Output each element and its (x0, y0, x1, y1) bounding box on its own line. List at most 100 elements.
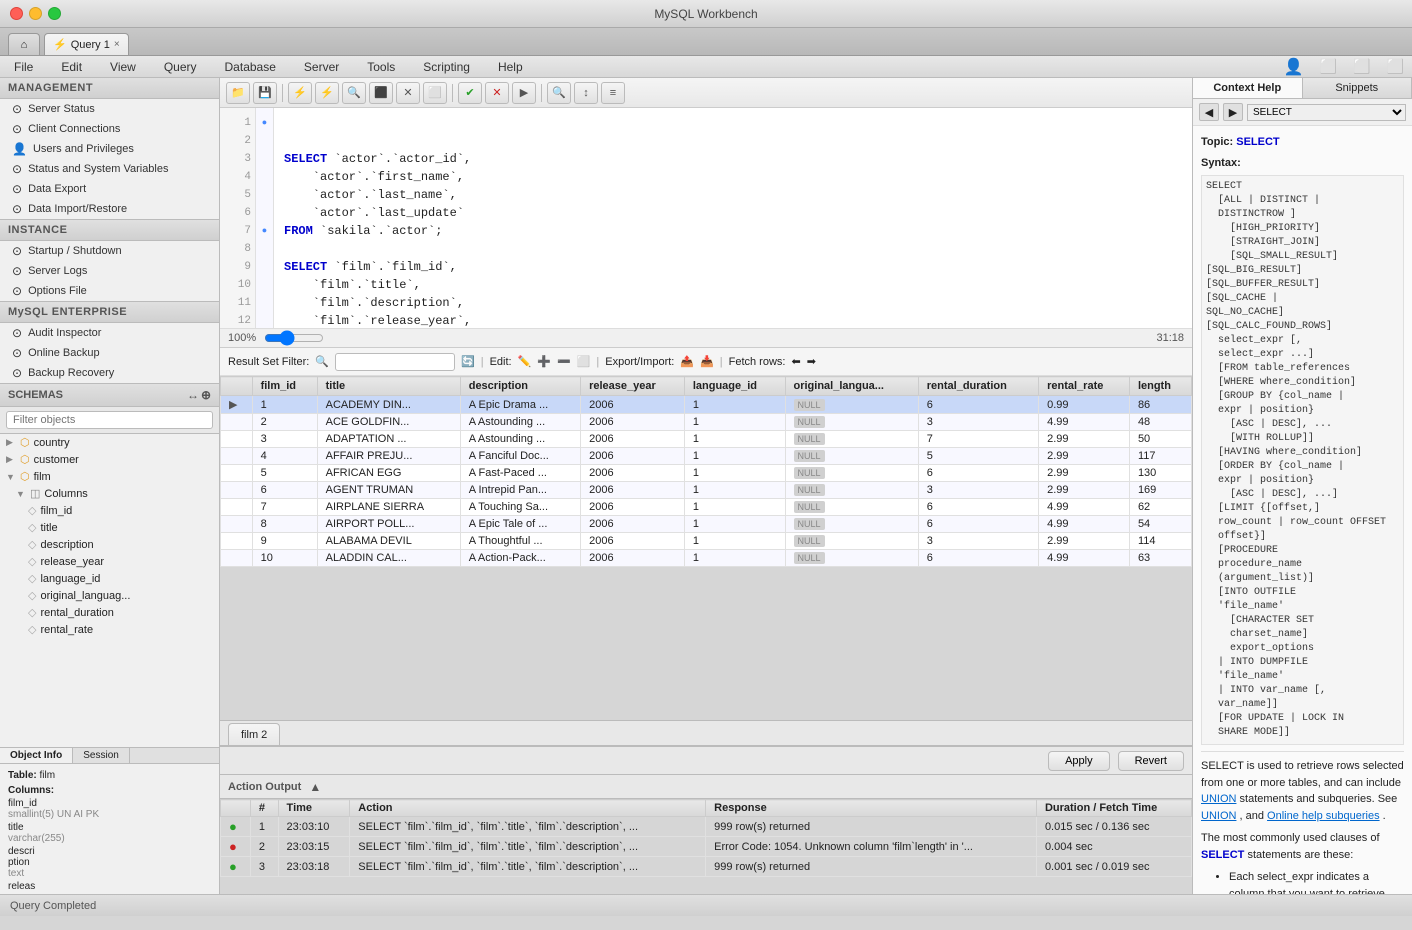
edit-btn-4[interactable]: ⬜ (577, 355, 591, 368)
explain-btn[interactable]: 🔍 (342, 82, 366, 104)
sidebar-item-startup-shutdown[interactable]: ⊙ Startup / Shutdown (0, 241, 219, 261)
execute-btn[interactable]: ⚡ (288, 82, 312, 104)
help-union-ref[interactable]: UNION (1201, 810, 1236, 822)
col-header-rental-rate[interactable]: rental_rate (1039, 377, 1130, 396)
col-rental-rate[interactable]: ◇ rental_rate (0, 621, 219, 638)
schema-customer[interactable]: ▶ ⬡ customer (0, 451, 219, 468)
col-header-film-id[interactable]: film_id (252, 377, 317, 396)
result-row-3[interactable]: 3ADAPTATION ...A Astounding ...20061NULL… (221, 431, 1192, 448)
help-topic-select[interactable]: SELECT (1247, 104, 1406, 121)
col-header-language-id[interactable]: language_id (684, 377, 785, 396)
result-row-2[interactable]: 2ACE GOLDFIN...A Astounding ...20061NULL… (221, 414, 1192, 431)
col-header-title[interactable]: title (317, 377, 460, 396)
col-description[interactable]: ◇ description (0, 536, 219, 553)
columns-folder[interactable]: ▼ ◫ Columns (0, 485, 219, 502)
revert-button[interactable]: Revert (1118, 751, 1184, 771)
result-row-1[interactable]: ▶1ACADEMY DIN...A Epic Drama ...20061NUL… (221, 396, 1192, 414)
menu-scripting[interactable]: Scripting (417, 58, 476, 76)
menu-database[interactable]: Database (219, 58, 282, 76)
open-file-btn[interactable]: 📁 (226, 82, 250, 104)
sidebar-item-audit-inspector[interactable]: ⊙ Audit Inspector (0, 323, 219, 343)
sidebar-item-data-export[interactable]: ⊙ Data Export (0, 179, 219, 199)
save-btn[interactable]: 💾 (253, 82, 277, 104)
tab-session[interactable]: Session (73, 748, 130, 763)
help-forward-btn[interactable]: ▶ (1223, 103, 1243, 121)
autocommit-btn[interactable]: ▶ (512, 82, 536, 104)
refresh-btn[interactable]: 🔄 (461, 355, 475, 368)
menu-tools[interactable]: Tools (361, 58, 401, 76)
col-rental-duration[interactable]: ◇ rental_duration (0, 604, 219, 621)
help-union-link[interactable]: UNION (1201, 793, 1236, 805)
col-header-length[interactable]: length (1129, 377, 1191, 396)
col-header-rental-duration[interactable]: rental_duration (918, 377, 1038, 396)
help-online-link[interactable]: Online help subqueries (1267, 810, 1380, 822)
menu-server[interactable]: Server (298, 58, 345, 76)
tab-close-icon[interactable]: × (114, 39, 120, 50)
result-row-8[interactable]: 8AIRPORT POLL...A Epic Tale of ...20061N… (221, 516, 1192, 533)
result-row-7[interactable]: 7AIRPLANE SIERRAA Touching Sa...20061NUL… (221, 499, 1192, 516)
commit-btn[interactable]: ✔ (458, 82, 482, 104)
schemas-refresh-icon[interactable]: ⊕ (201, 388, 211, 402)
query-tab[interactable]: ⚡ Query 1 × (44, 33, 129, 55)
reconnect-btn[interactable]: ✕ (396, 82, 420, 104)
layout-icon3[interactable]: ⬜ (1387, 58, 1404, 75)
filter-input[interactable] (6, 411, 213, 429)
col-film-id[interactable]: ◇ film_id (0, 502, 219, 519)
layout-icon1[interactable]: ⬜ (1320, 58, 1337, 75)
edit-btn-2[interactable]: ➕ (537, 355, 551, 368)
sidebar-item-server-logs[interactable]: ⊙ Server Logs (0, 261, 219, 281)
menu-help[interactable]: Help (492, 58, 529, 76)
sidebar-item-data-import[interactable]: ⊙ Data Import/Restore (0, 199, 219, 219)
menu-view[interactable]: View (104, 58, 142, 76)
col-language-id[interactable]: ◇ language_id (0, 570, 219, 587)
menu-file[interactable]: File (8, 58, 39, 76)
tab-snippets[interactable]: Snippets (1303, 78, 1412, 98)
stop-btn[interactable]: ⬛ (369, 82, 393, 104)
execute-current-btn[interactable]: ⚡ (315, 82, 339, 104)
layout-icon2[interactable]: ⬜ (1353, 58, 1370, 75)
col-header-release-year[interactable]: release_year (581, 377, 685, 396)
fetch-btn-1[interactable]: ⬅ (791, 355, 800, 368)
clear-btn[interactable]: ⬜ (423, 82, 447, 104)
sidebar-item-server-status[interactable]: ⊙ Server Status (0, 99, 219, 119)
fetch-btn-2[interactable]: ➡ (807, 355, 816, 368)
result-row-6[interactable]: 6AGENT TRUMANA Intrepid Pan...20061NULL3… (221, 482, 1192, 499)
help-back-btn[interactable]: ◀ (1199, 103, 1219, 121)
output-expand-icon[interactable]: ▲ (309, 780, 321, 794)
help-select-ref[interactable]: SELECT (1201, 849, 1244, 861)
col-header-description[interactable]: description (460, 377, 580, 396)
zoom-slider[interactable] (264, 330, 324, 346)
format-btn[interactable]: ↕ (574, 82, 598, 104)
result-row-9[interactable]: 9ALABAMA DEVILA Thoughtful ...20061NULL3… (221, 533, 1192, 550)
result-row-10[interactable]: 10ALADDIN CAL...A Action-Pack...20061NUL… (221, 550, 1192, 567)
edit-btn-3[interactable]: ➖ (557, 355, 571, 368)
code-content[interactable]: SELECT `actor`.`actor_id`, `actor`.`firs… (274, 108, 1192, 328)
export-btn[interactable]: 📤 (680, 355, 694, 368)
col-header-original-lang[interactable]: original_langua... (785, 377, 918, 396)
sidebar-item-online-backup[interactable]: ⊙ Online Backup (0, 343, 219, 363)
menu-edit[interactable]: Edit (55, 58, 88, 76)
edit-btn-1[interactable]: ✏️ (518, 355, 532, 368)
minimize-button[interactable] (29, 7, 42, 20)
close-button[interactable] (10, 7, 23, 20)
home-tab[interactable]: ⌂ (8, 33, 40, 55)
col-title[interactable]: ◇ title (0, 519, 219, 536)
sidebar-item-users-privileges[interactable]: 👤 Users and Privileges (0, 139, 219, 159)
result-row-4[interactable]: 4AFFAIR PREJU...A Fanciful Doc...20061NU… (221, 448, 1192, 465)
menu-query[interactable]: Query (158, 58, 203, 76)
sidebar-item-backup-recovery[interactable]: ⊙ Backup Recovery (0, 363, 219, 383)
sidebar-item-options-file[interactable]: ⊙ Options File (0, 281, 219, 301)
search-btn[interactable]: 🔍 (547, 82, 571, 104)
schema-country[interactable]: ▶ ⬡ country (0, 434, 219, 451)
sidebar-item-status-variables[interactable]: ⊙ Status and System Variables (0, 159, 219, 179)
tab-object-info[interactable]: Object Info (0, 748, 73, 763)
schemas-expand-icon[interactable]: ↔ (187, 388, 199, 402)
sidebar-item-client-connections[interactable]: ⊙ Client Connections (0, 119, 219, 139)
rollback-btn[interactable]: ✕ (485, 82, 509, 104)
col-release-year[interactable]: ◇ release_year (0, 553, 219, 570)
result-row-5[interactable]: 5AFRICAN EGGA Fast-Paced ...20061NULL62.… (221, 465, 1192, 482)
schema-film[interactable]: ▼ ⬡ film (0, 468, 219, 485)
result-filter-input[interactable] (335, 353, 455, 371)
result-tab-film2[interactable]: film 2 (228, 723, 280, 745)
col-original-language[interactable]: ◇ original_languag... (0, 587, 219, 604)
